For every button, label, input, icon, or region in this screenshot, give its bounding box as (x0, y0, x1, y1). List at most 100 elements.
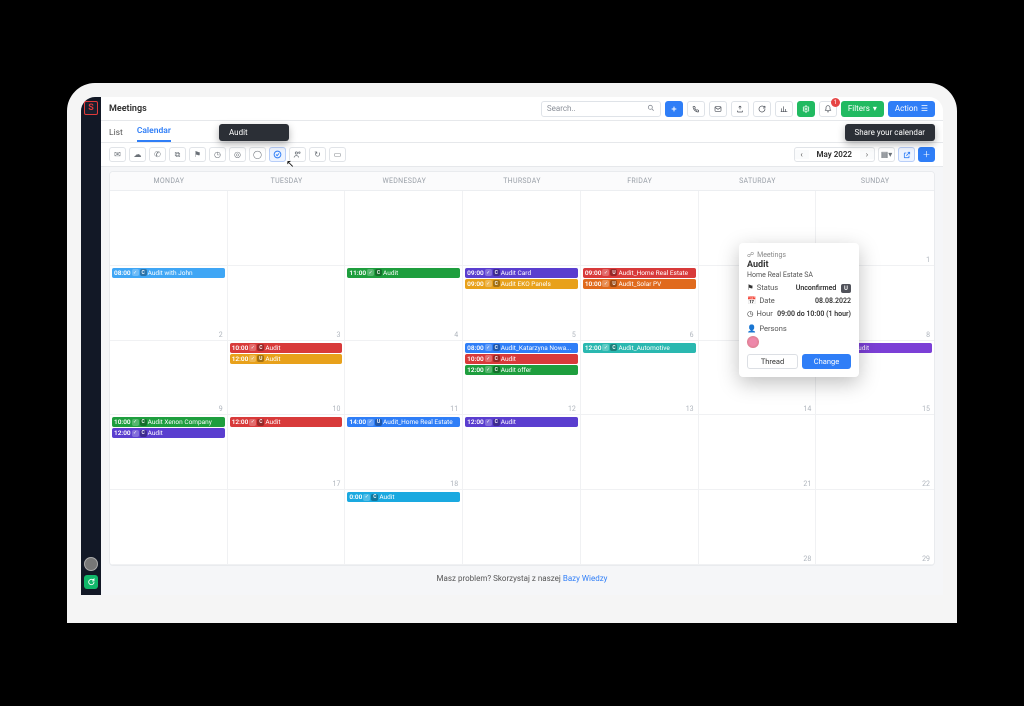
popover-subtitle: Home Real Estate SA (747, 271, 851, 279)
phone-button[interactable] (687, 101, 705, 117)
calendar-cell[interactable]: 1814:00✓UAudit_Home Real Estate (345, 415, 463, 490)
calendar-cell[interactable]: 208:00✓CAudit with John (110, 266, 228, 341)
notifications-button[interactable] (819, 101, 837, 117)
tab-calendar[interactable]: Calendar (137, 126, 171, 142)
tool-circle-icon[interactable]: ◯ (249, 147, 266, 162)
tool-flag-icon[interactable]: ⚑ (189, 147, 206, 162)
calendar-event[interactable]: 10:00✓UAudit_Solar PV (583, 279, 696, 289)
tool-audit-icon[interactable] (269, 147, 286, 162)
tool-mail-icon[interactable]: ✉ (109, 147, 126, 162)
tab-list[interactable]: List (109, 128, 123, 142)
footer-link[interactable]: Bazy Wiedzy (563, 574, 608, 583)
calendar-cell[interactable]: 6 09:00✓UAudit_Home Real Estate10:00✓UAud… (581, 266, 699, 341)
calendar-cell[interactable] (110, 191, 228, 266)
tool-video-icon[interactable]: ▭ (329, 147, 346, 162)
day-number: 11 (450, 405, 458, 413)
calendar-cell[interactable] (463, 191, 581, 266)
calendar-view-button[interactable]: ▦▾ (878, 147, 895, 162)
month-label[interactable]: May 2022 (809, 150, 860, 159)
calendar-event[interactable]: 10:00✓CAudit (465, 354, 578, 364)
chat-button[interactable] (84, 575, 98, 589)
search-input[interactable]: Search.. (541, 101, 661, 117)
calendar-cell[interactable]: 9 (110, 341, 228, 416)
calendar-cell[interactable]: 1010:00✓CAudit12:00✓UAudit (228, 341, 346, 416)
footer-text: Masz problem? Skorzystaj z naszej (437, 574, 563, 583)
calendar-cell[interactable]: 12:00✓CAudit (463, 415, 581, 490)
calendar-cell[interactable] (228, 191, 346, 266)
calendar-cell[interactable] (228, 490, 346, 565)
day-number: 1 (926, 256, 930, 264)
calendar-cell[interactable]: 509:00✓CAudit Card09:00✓CAudit EKO Panel… (463, 266, 581, 341)
tool-cloud-icon[interactable]: ☁ (129, 147, 146, 162)
calendar-event[interactable]: 10:00✓CAudit (230, 343, 343, 353)
user-avatar[interactable] (84, 557, 98, 571)
add-event-button[interactable]: ＋ (918, 147, 935, 162)
clock-icon: ◷ (747, 309, 754, 318)
calendar-cell[interactable]: 21 (699, 415, 817, 490)
calendar-cell[interactable]: 29 (816, 490, 934, 565)
calendar-cell[interactable]: 10:00✓CAudit Xenon Company12:00✓CAudit (110, 415, 228, 490)
calendar-cell[interactable] (463, 490, 581, 565)
calendar-event[interactable]: 0:00✓CAudit (347, 492, 460, 502)
calendar-cell[interactable]: 3 (228, 266, 346, 341)
calendar-cell[interactable] (345, 191, 463, 266)
action-button[interactable]: Action ☰ (888, 101, 935, 117)
calendar-cell[interactable]: 1312:00✓CAudit_Automotive (581, 341, 699, 416)
calendar-event[interactable]: 12:00✓CAudit offer (465, 365, 578, 375)
calendar-event[interactable]: 09:00✓CAudit EKO Panels (465, 279, 578, 289)
calendar-event[interactable]: 11:00✓CAudit (347, 268, 460, 278)
tool-camera-icon[interactable]: ⧉ (169, 147, 186, 162)
day-number: 22 (922, 480, 930, 488)
app-logo[interactable]: S (84, 101, 98, 115)
tool-target-icon[interactable]: ◎ (229, 147, 246, 162)
calendar-event[interactable]: 12:00✓UAudit (230, 354, 343, 364)
calendar-event[interactable]: 09:00✓CAudit Card (465, 268, 578, 278)
filters-button[interactable]: Filters ▾ (841, 101, 884, 117)
refresh-button[interactable] (753, 101, 771, 117)
link-icon: ☍ (747, 251, 754, 259)
person-avatar[interactable] (747, 336, 759, 348)
share-calendar-button[interactable] (898, 147, 915, 162)
date-value: 08.08.2022 (815, 297, 851, 305)
calendar-cell[interactable] (581, 191, 699, 266)
calendar-event[interactable]: 12:00✓CAudit_Automotive (583, 343, 696, 353)
calendar-cell[interactable] (110, 490, 228, 565)
month-prev[interactable]: ‹ (795, 150, 809, 159)
tool-people-icon[interactable] (289, 147, 306, 162)
day-number: 17 (333, 480, 341, 488)
month-next[interactable]: › (860, 150, 874, 159)
sidebar-rail: S (81, 97, 101, 595)
calendar-cell[interactable]: 11 (345, 341, 463, 416)
stats-button[interactable] (775, 101, 793, 117)
day-number: 8 (926, 331, 930, 339)
calendar-cell[interactable] (581, 415, 699, 490)
tool-sync-icon[interactable]: ↻ (309, 147, 326, 162)
calendar-cell[interactable]: 28 (699, 490, 817, 565)
mail-button[interactable] (709, 101, 727, 117)
calendar-cell[interactable]: 1208:00✓CAudit_Katarzyna Nowa...10:00✓CA… (463, 341, 581, 416)
calendar-event[interactable]: 14:00✓UAudit_Home Real Estate (347, 417, 460, 427)
calendar-cell[interactable]: 22 (816, 415, 934, 490)
calendar-event[interactable]: 12:00✓CAudit (465, 417, 578, 427)
calendar-event[interactable]: 12:00✓CAudit (112, 428, 225, 438)
tool-phone-icon[interactable]: ✆ (149, 147, 166, 162)
calendar-cell[interactable] (581, 490, 699, 565)
calendar-event[interactable]: 08:00✓CAudit with John (112, 268, 225, 278)
add-button[interactable] (665, 101, 683, 117)
calendar-cell[interactable]: 0:00✓CAudit (345, 490, 463, 565)
calendar-cell[interactable]: 17 12:00✓CAudit (228, 415, 346, 490)
export-button[interactable] (731, 101, 749, 117)
tool-clock-icon[interactable]: ◷ (209, 147, 226, 162)
calendar-event[interactable]: 09:00✓UAudit_Home Real Estate (583, 268, 696, 278)
day-number: 6 (690, 331, 694, 339)
calendar-event[interactable]: 12:00✓CAudit (230, 417, 343, 427)
settings-button[interactable] (797, 101, 815, 117)
search-icon (647, 104, 655, 114)
thread-button[interactable]: Thread (747, 354, 798, 369)
persons-label: Persons (759, 324, 786, 333)
search-placeholder: Search.. (547, 104, 643, 113)
calendar-cell[interactable]: 411:00✓CAudit (345, 266, 463, 341)
calendar-event[interactable]: 10:00✓CAudit Xenon Company (112, 417, 225, 427)
calendar-event[interactable]: 08:00✓CAudit_Katarzyna Nowa... (465, 343, 578, 353)
change-button[interactable]: Change (802, 354, 851, 369)
